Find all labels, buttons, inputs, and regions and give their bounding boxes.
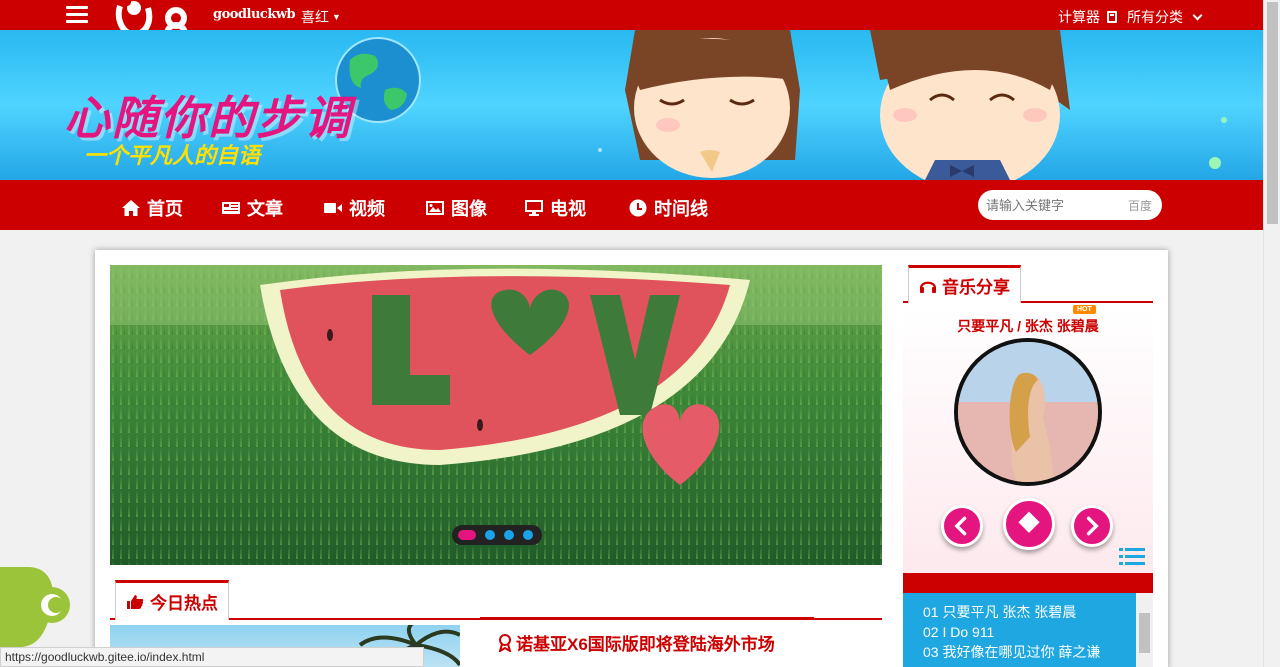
playlist: 01 只要平凡 张杰 张碧晨 02 I Do 911 03 我好像在哪见过你 薛… bbox=[903, 593, 1136, 667]
chevron-left-icon bbox=[954, 516, 967, 536]
hot-badge: HOT bbox=[1073, 305, 1096, 314]
nav-item-label: 文章 bbox=[247, 199, 283, 219]
today-hot-header: 今日热点 bbox=[110, 580, 882, 620]
calculator-link[interactable]: 计算器 bbox=[1058, 7, 1117, 27]
site-name[interactable]: goodluckwb bbox=[213, 7, 296, 22]
search-box: 百度 bbox=[978, 190, 1162, 220]
page-scrollbar[interactable] bbox=[1263, 0, 1280, 667]
nav-item-label: 电视 bbox=[550, 199, 586, 219]
nav-item-images[interactable]: 图像 bbox=[425, 195, 487, 221]
news-divider bbox=[480, 617, 814, 620]
image-carousel[interactable] bbox=[110, 265, 882, 565]
tab-music-share-label: 音乐分享 bbox=[942, 278, 1010, 297]
scrollbar-thumb[interactable] bbox=[1139, 613, 1150, 653]
music-header: 音乐分享 bbox=[903, 265, 1153, 303]
music-player: HOT 只要平凡 / 张杰 张碧晨 bbox=[903, 305, 1153, 573]
carousel-image bbox=[110, 265, 882, 565]
main-nav: 首页 文章 视频 图像 电视 时间线 百度 bbox=[0, 180, 1263, 230]
carousel-indicators bbox=[452, 525, 542, 545]
playlist-item[interactable]: 03 我好像在哪见过你 薛之谦 bbox=[923, 642, 1136, 662]
nav-item-articles[interactable]: 文章 bbox=[221, 195, 283, 221]
thumbs-up-icon bbox=[127, 594, 144, 609]
playlist-header-bar bbox=[903, 573, 1153, 593]
playlist-item[interactable]: 01 只要平凡 张杰 张碧晨 bbox=[923, 602, 1136, 622]
newspaper-icon bbox=[222, 202, 240, 214]
scrollbar-thumb[interactable] bbox=[1267, 2, 1278, 224]
home-icon bbox=[122, 200, 140, 216]
browser-status-bar: https://goodluckwb.gitee.io/index.html bbox=[0, 647, 424, 667]
tab-today-hot[interactable]: 今日热点 bbox=[115, 580, 229, 620]
search-input[interactable] bbox=[986, 197, 1116, 213]
music-widget: 音乐分享 HOT 只要平凡 / 张杰 张碧晨 01 只要平凡 张杰 张碧晨 02… bbox=[903, 265, 1153, 667]
nav-item-label: 图像 bbox=[451, 199, 487, 219]
diamond-play-icon bbox=[1018, 511, 1040, 533]
award-icon bbox=[498, 633, 512, 652]
chevron-down-icon bbox=[1192, 10, 1203, 20]
main-content: 今日热点 诺基亚X6国际版即将登陆海外市场 音乐分享 HOT 只要平凡 / 张杰… bbox=[95, 250, 1168, 667]
corner-decoration[interactable] bbox=[0, 567, 72, 647]
theme-selector[interactable]: 喜红 ▼ bbox=[301, 7, 341, 27]
nav-item-label: 时间线 bbox=[654, 199, 708, 219]
theme-label: 喜红 bbox=[301, 9, 329, 25]
carousel-dot[interactable] bbox=[504, 530, 514, 540]
nav-item-timeline[interactable]: 时间线 bbox=[628, 195, 708, 221]
album-cover bbox=[954, 338, 1102, 486]
nav-item-video[interactable]: 视频 bbox=[323, 195, 385, 221]
carousel-dot[interactable] bbox=[485, 530, 495, 540]
categories-dropdown[interactable]: 所有分类 bbox=[1127, 7, 1203, 27]
calculator-label: 计算器 bbox=[1058, 9, 1100, 25]
banner-subtitle: 一个平凡人的自语 bbox=[84, 144, 261, 169]
video-camera-icon bbox=[324, 203, 342, 213]
top-bar: goodluckwb 喜红 ▼ 计算器 所有分类 bbox=[0, 0, 1263, 42]
hot-news-title-text: 诺基亚X6国际版即将登陆海外市场 bbox=[516, 635, 775, 654]
clock-icon bbox=[629, 199, 647, 217]
playlist-scrollbar[interactable] bbox=[1136, 593, 1153, 667]
nav-item-label: 首页 bbox=[147, 199, 183, 219]
tab-today-hot-label: 今日热点 bbox=[150, 594, 218, 613]
image-icon bbox=[426, 201, 444, 215]
menu-icon[interactable] bbox=[66, 6, 88, 24]
play-button[interactable] bbox=[1003, 498, 1055, 550]
playlist-icon[interactable] bbox=[1119, 547, 1145, 567]
search-button[interactable]: 百度 bbox=[1128, 197, 1152, 214]
carousel-dot[interactable] bbox=[458, 530, 476, 540]
calculator-icon bbox=[1107, 11, 1117, 23]
nav-item-tv[interactable]: 电视 bbox=[524, 195, 586, 221]
desktop-icon bbox=[525, 200, 543, 216]
next-button[interactable] bbox=[1071, 505, 1113, 547]
hot-news-title[interactable]: 诺基亚X6国际版即将登陆海外市场 bbox=[498, 630, 775, 655]
categories-label: 所有分类 bbox=[1127, 9, 1183, 25]
chevron-right-icon bbox=[1086, 516, 1099, 536]
header-banner: 心随你的步调 一个平凡人的自语 bbox=[0, 30, 1263, 180]
headphones-icon bbox=[919, 281, 937, 293]
tab-music-share[interactable]: 音乐分享 bbox=[908, 265, 1021, 303]
album-art-image bbox=[958, 342, 1098, 482]
nav-item-home[interactable]: 首页 bbox=[121, 195, 183, 221]
carousel-dot[interactable] bbox=[523, 530, 533, 540]
caret-down-icon: ▼ bbox=[332, 12, 341, 22]
now-playing-title: 只要平凡 / 张杰 张碧晨 bbox=[957, 318, 1099, 334]
playlist-item[interactable]: 02 I Do 911 bbox=[923, 622, 1136, 642]
nav-item-label: 视频 bbox=[349, 199, 385, 219]
previous-button[interactable] bbox=[941, 505, 983, 547]
